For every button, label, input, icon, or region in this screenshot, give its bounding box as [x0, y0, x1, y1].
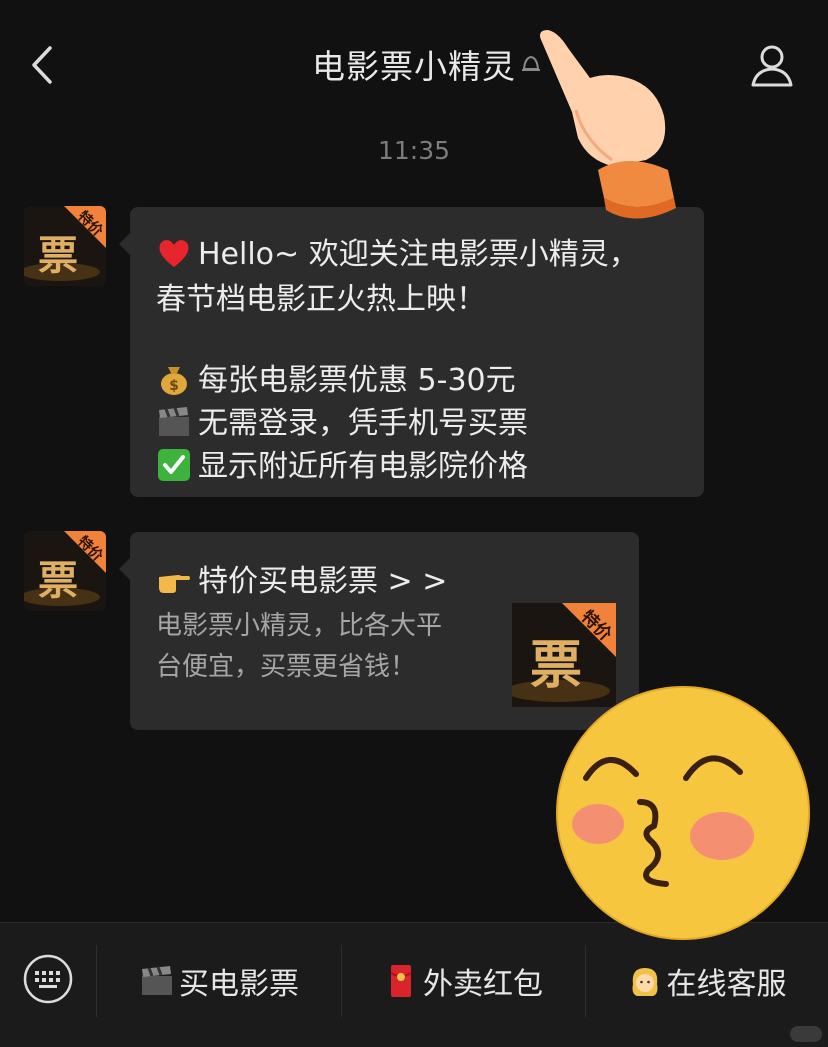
- clapperboard-icon: [159, 407, 189, 436]
- menu-takeout-red-packet[interactable]: 外卖红包: [341, 923, 585, 1039]
- message-bubble-welcome: Hello~ 欢迎关注电影票小精灵， 春节档电影正火热上映！ $ 每张电影票优惠…: [119, 207, 704, 497]
- link-card-title: 特价买电影票 > >: [198, 564, 448, 599]
- link-card-desc-1: 电影票小精灵，比各大平: [156, 611, 443, 641]
- message-timestamp: 11:35: [377, 136, 451, 165]
- welcome-line-4: 无需登录，凭手机号买票: [198, 406, 528, 441]
- menu-buy-tickets-label: 买电影票: [179, 967, 299, 1002]
- heart-icon: [159, 240, 189, 267]
- menu-online-service[interactable]: 在线客服: [585, 923, 828, 1039]
- clapperboard-icon: [142, 966, 172, 995]
- menu-online-service-label: 在线客服: [666, 967, 787, 1002]
- check-mark-icon: [158, 449, 190, 481]
- welcome-line-3: 每张电影票优惠 5-30元: [198, 363, 516, 398]
- bottom-menu-bar: 买电影票 外卖红包 在线客服: [0, 922, 828, 1047]
- link-card-desc-2: 台便宜，买票更省钱！: [156, 652, 417, 682]
- top-bar: 电影票小精灵: [0, 0, 828, 130]
- welcome-line-1: Hello~ 欢迎关注电影票小精灵，: [198, 237, 639, 272]
- watermark-logo-icon: [790, 1026, 822, 1042]
- kissing-face-sticker-icon: [556, 686, 810, 940]
- welcome-line-5: 显示附近所有电影院价格: [198, 449, 528, 484]
- avatar-char: 票: [38, 558, 78, 604]
- chat-title: 电影票小精灵: [312, 47, 516, 86]
- keyboard-icon[interactable]: [22, 953, 74, 1005]
- red-envelope-icon: [390, 965, 412, 997]
- avatar-char: 票: [38, 233, 78, 279]
- profile-icon[interactable]: [748, 40, 796, 90]
- welcome-line-2: 春节档电影正火热上映！: [156, 282, 486, 317]
- money-bag-icon: $: [161, 367, 187, 395]
- pointing-hand-sticker-icon: [540, 30, 676, 219]
- pointing-hand-icon: [159, 575, 190, 593]
- bot-avatar[interactable]: 特价 票: [24, 531, 106, 611]
- bot-avatar[interactable]: 特价 票: [24, 206, 106, 286]
- menu-buy-tickets[interactable]: 买电影票: [97, 923, 341, 1039]
- person-icon: [632, 968, 657, 996]
- menu-takeout-label: 外卖红包: [423, 967, 543, 1002]
- svg-text:$: $: [169, 378, 179, 394]
